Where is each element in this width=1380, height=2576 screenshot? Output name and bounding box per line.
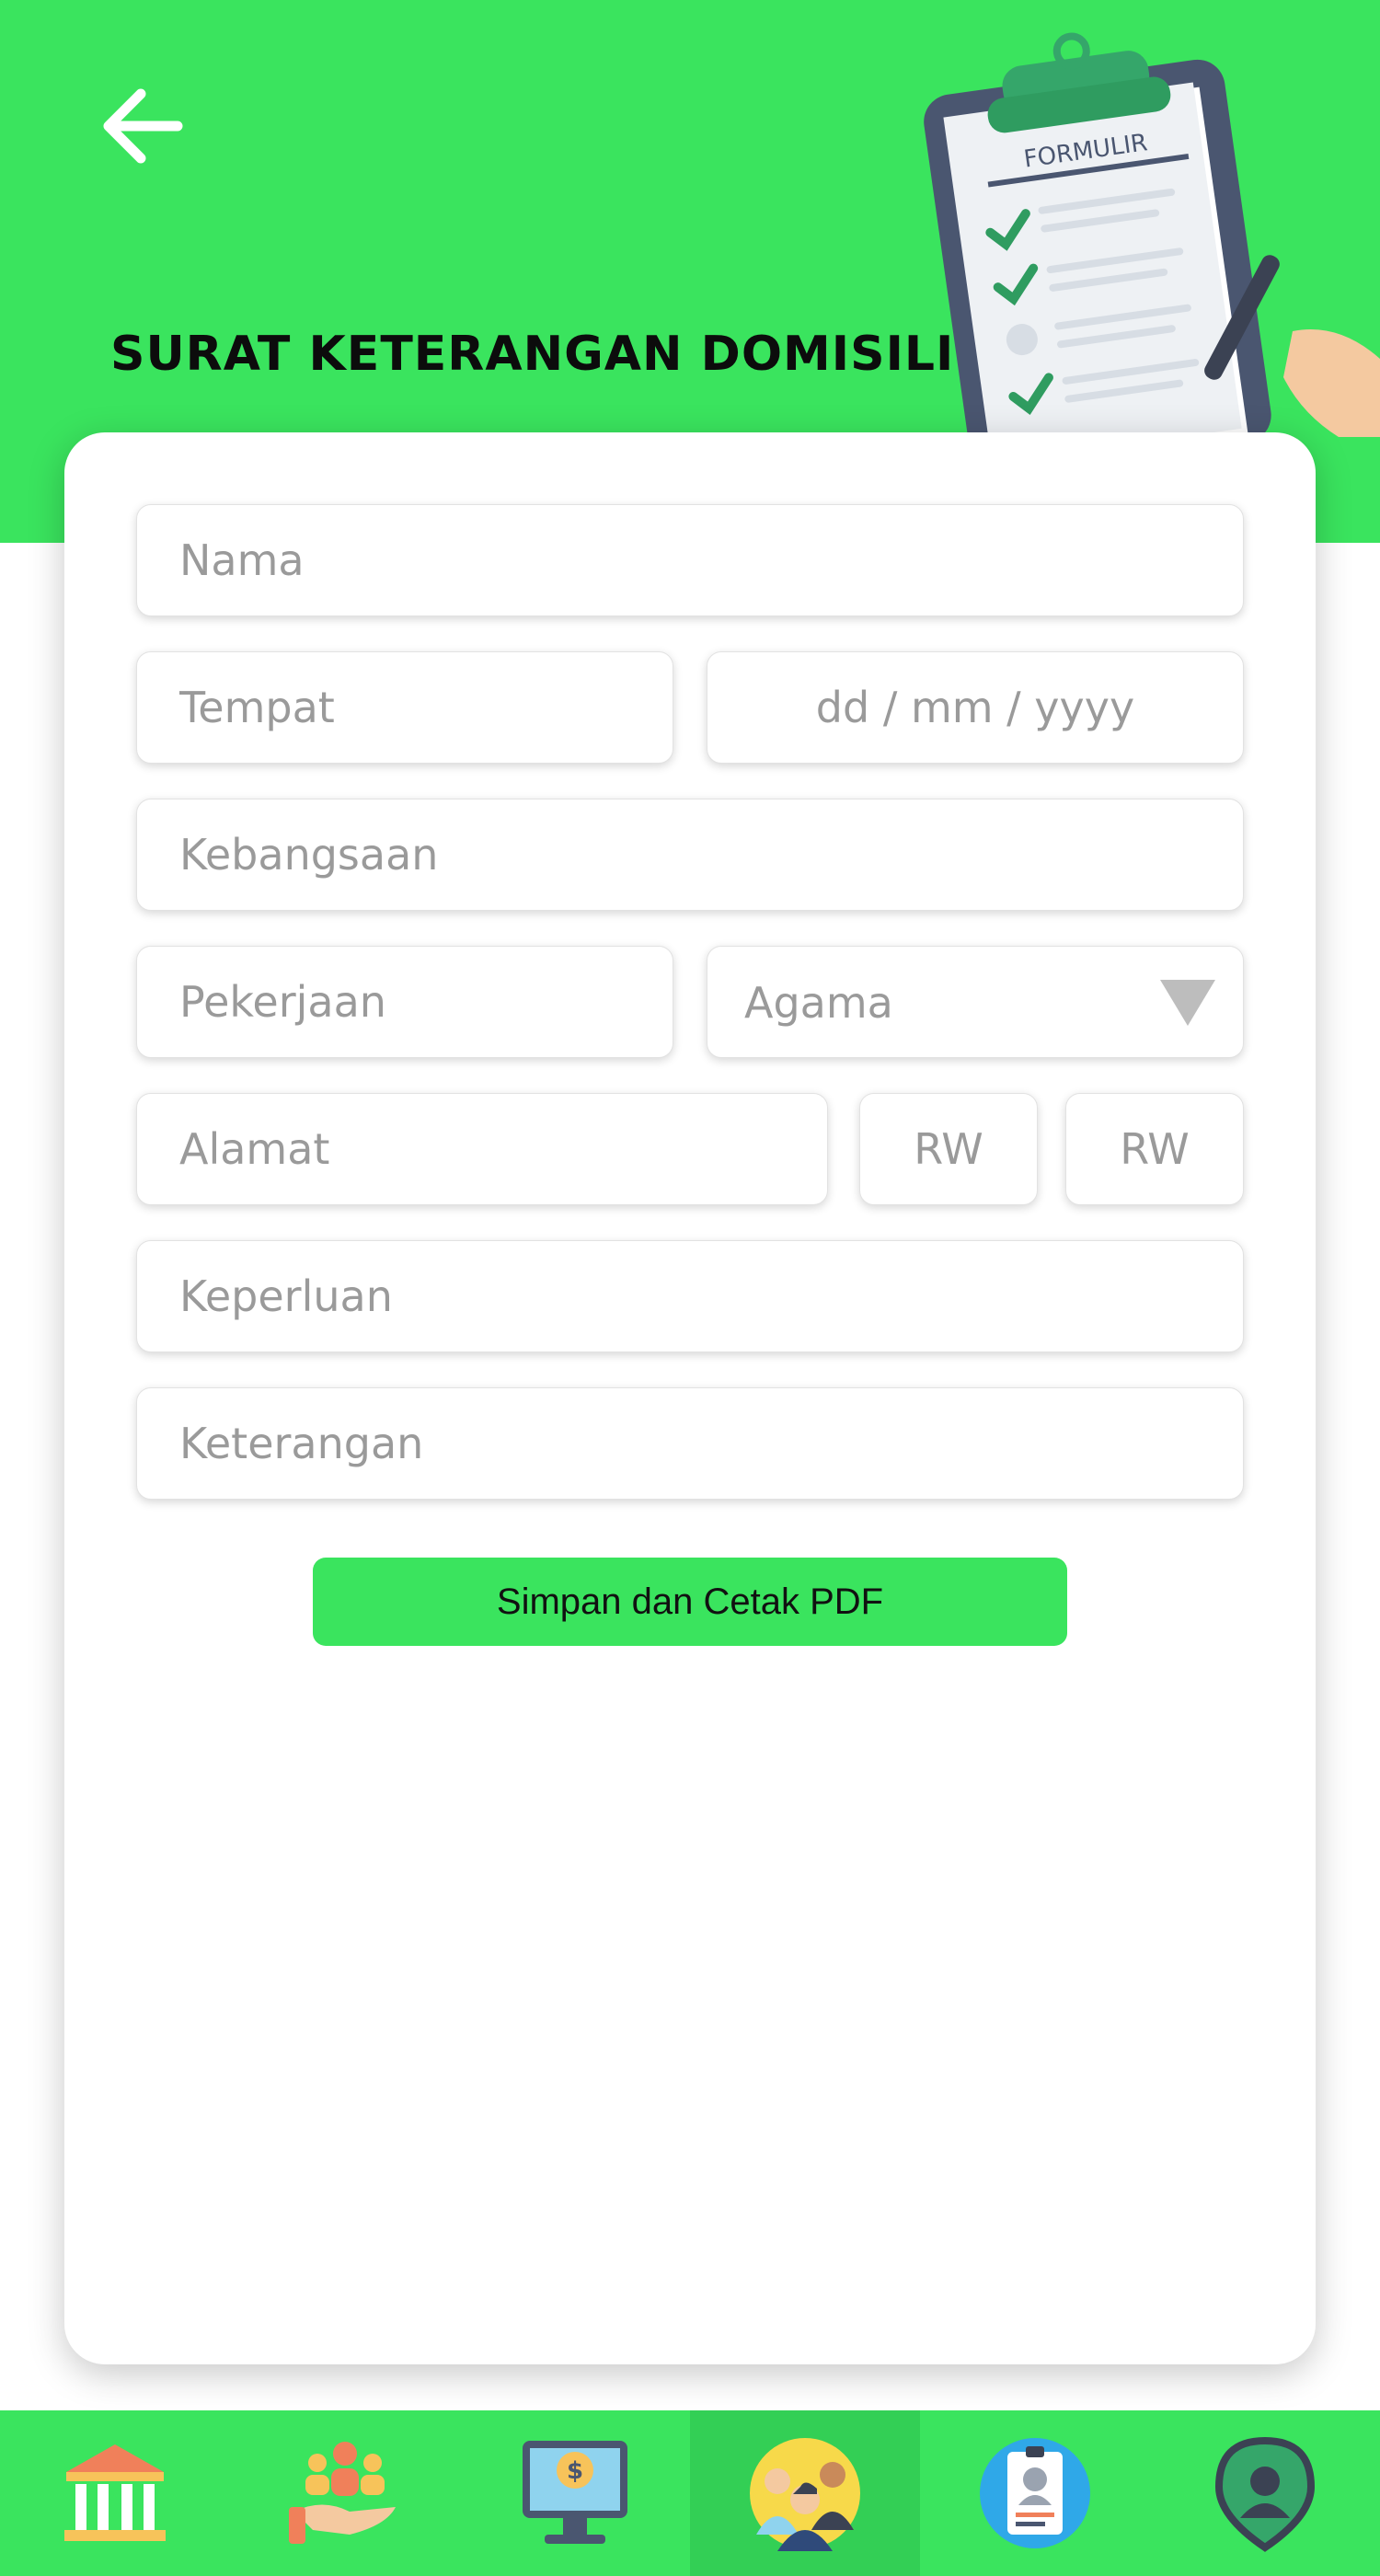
nama-input[interactable] xyxy=(136,504,1244,616)
nav-item-government[interactable] xyxy=(0,2410,230,2576)
pekerjaan-input[interactable] xyxy=(136,946,673,1058)
agama-select-value: Agama xyxy=(744,978,893,1028)
kebangsaan-input[interactable] xyxy=(136,799,1244,911)
tanggal-lahir-input[interactable] xyxy=(707,651,1244,764)
keterangan-input[interactable] xyxy=(136,1387,1244,1500)
agama-select[interactable]: Agama xyxy=(707,946,1244,1058)
save-print-pdf-button[interactable]: Simpan dan Cetak PDF xyxy=(313,1558,1067,1646)
page-title: SURAT KETERANGAN DOMISILI xyxy=(110,327,955,382)
nav-item-community[interactable] xyxy=(230,2410,460,2576)
alamat-input[interactable] xyxy=(136,1093,828,1205)
government-building-icon xyxy=(64,2444,166,2541)
nav-item-location[interactable] xyxy=(1150,2410,1380,2576)
keperluan-input[interactable] xyxy=(136,1240,1244,1352)
money-monitor-icon: $ xyxy=(523,2441,627,2544)
rt-input[interactable] xyxy=(859,1093,1038,1205)
arrow-left-icon xyxy=(103,88,183,164)
nav-item-identity[interactable] xyxy=(920,2410,1150,2576)
nav-item-residents[interactable] xyxy=(690,2410,920,2576)
svg-text:$: $ xyxy=(567,2457,583,2485)
clipboard-illustration: FORMULIR xyxy=(924,32,1380,437)
back-button[interactable] xyxy=(97,83,189,170)
dropdown-arrow-icon xyxy=(1160,980,1215,1026)
community-hand-icon xyxy=(289,2442,396,2544)
people-group-icon xyxy=(750,2438,860,2551)
location-person-icon xyxy=(1214,2436,1316,2552)
tempat-input[interactable] xyxy=(136,651,673,764)
rw-input[interactable] xyxy=(1065,1093,1244,1205)
nav-item-finance[interactable]: $ xyxy=(460,2410,690,2576)
bottom-navigation: $ xyxy=(0,2410,1380,2576)
form-card: Agama Simpan dan Cetak PDF xyxy=(64,432,1316,2364)
id-card-icon xyxy=(980,2438,1090,2548)
